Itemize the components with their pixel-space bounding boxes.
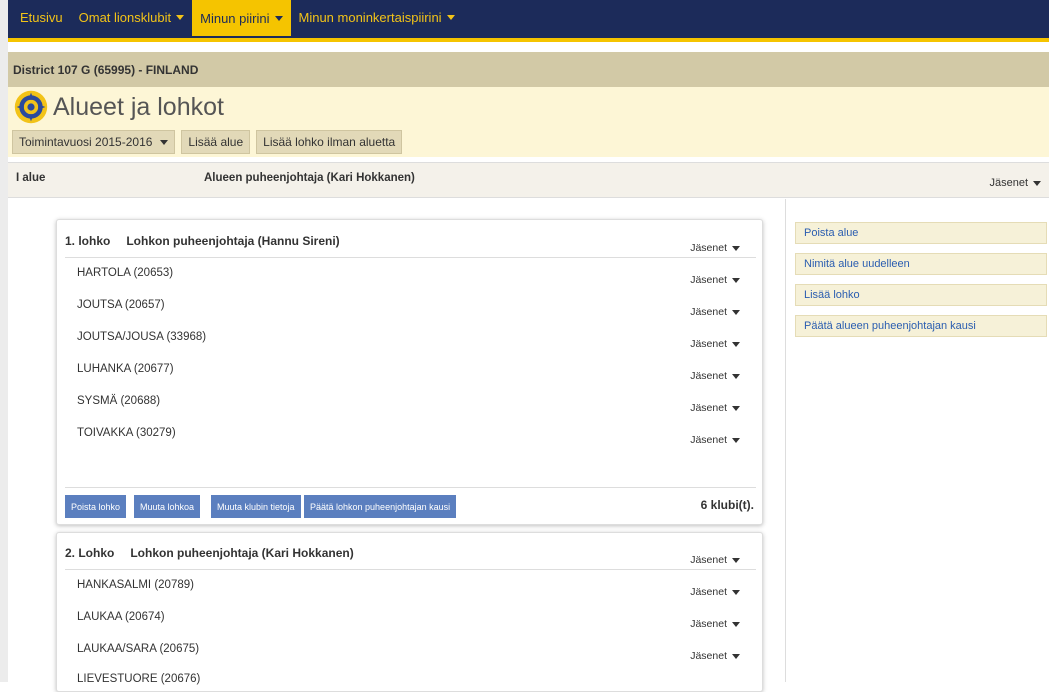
nav-item-my-district[interactable]: Minun piirini [192, 0, 291, 36]
nav-item-my-multiple-district[interactable]: Minun moninkertaispiirini [291, 0, 463, 34]
caret-down-icon [732, 309, 740, 315]
club-members-dropdown[interactable]: Jäsenet [690, 618, 740, 630]
district-bar: District 107 G (65995) - FINLAND [8, 52, 1049, 87]
section-name: 1. lohko [65, 234, 111, 248]
section-name: 2. Lohko [65, 546, 115, 560]
area-members-dropdown[interactable]: Jäsenet [989, 177, 1041, 189]
caret-down-icon [732, 621, 740, 627]
edit-section-button[interactable]: Muuta lohkoa [134, 495, 201, 518]
club-link[interactable]: LUHANKA (20677) [77, 363, 174, 375]
end-section-chair-term-button[interactable]: Päätä lohkon puheenjohtajan kausi [304, 495, 457, 518]
club-members-dropdown[interactable]: Jäsenet [690, 434, 740, 446]
caret-down-icon [732, 341, 740, 347]
caret-down-icon [732, 277, 740, 283]
section-card: 2. Lohko Lohkon puheenjohtaja (Kari Hokka… [56, 532, 763, 692]
section-header: 2. Lohko Lohkon puheenjohtaja (Kari Hokka… [65, 546, 354, 560]
club-members-dropdown[interactable]: Jäsenet [690, 402, 740, 414]
caret-down-icon [732, 437, 740, 443]
club-members-dropdown[interactable]: Jäsenet [690, 370, 740, 382]
page: Etusivu Omat lionsklubit Minun piirini M… [8, 0, 1049, 692]
title-row: Alueet ja lohkot [8, 87, 1049, 127]
club-members-dropdown[interactable]: Jäsenet [690, 650, 740, 662]
caret-down-icon [732, 589, 740, 595]
add-section-without-area-button[interactable]: Lisää lohko ilman aluetta [256, 130, 403, 154]
divider [65, 569, 756, 570]
area-chair: Alueen puheenjohtaja (Kari Hokkanen) [204, 172, 415, 184]
section-card: 1. lohko Lohkon puheenjohtaja (Hannu Sire… [56, 219, 763, 525]
club-link[interactable]: HARTOLA (20653) [77, 267, 173, 279]
add-area-button[interactable]: Lisää alue [181, 130, 251, 154]
caret-down-icon [160, 139, 169, 145]
year-select[interactable]: Toimintavuosi 2015-2016 [12, 130, 176, 154]
edit-club-info-button[interactable]: Muuta klubin tietoja [211, 495, 301, 518]
caret-down-icon [274, 15, 283, 21]
caret-down-icon [1033, 180, 1041, 186]
caret-down-icon [732, 373, 740, 379]
club-link[interactable]: HANKASALMI (20789) [77, 579, 194, 591]
delete-area-link[interactable]: Poista alue [795, 222, 1047, 244]
section-members-dropdown[interactable]: Jäsenet [690, 554, 740, 566]
club-members-dropdown[interactable]: Jäsenet [690, 274, 740, 286]
end-area-chair-term-link[interactable]: Päätä alueen puheenjohtajan kausi [795, 315, 1047, 337]
area-row: I alue Alueen puheenjohtaja (Kari Hokkan… [8, 162, 1049, 198]
nav-item-my-clubs[interactable]: Omat lionsklubit [71, 0, 192, 34]
club-members-dropdown[interactable]: Jäsenet [690, 338, 740, 350]
caret-down-icon [732, 557, 740, 563]
lions-logo-icon [14, 90, 48, 124]
club-link[interactable]: JOUTSA (20657) [77, 299, 165, 311]
add-section-link[interactable]: Lisää lohko [795, 284, 1047, 306]
left-gutter [0, 0, 8, 682]
club-members-dropdown[interactable]: Jäsenet [690, 306, 740, 318]
divider [65, 257, 756, 258]
club-link[interactable]: LAUKAA (20674) [77, 611, 165, 623]
section-footer: Poista lohko Muuta lohkoa Muuta klubin t… [65, 487, 756, 523]
club-link[interactable]: LAUKAA/SARA (20675) [77, 643, 199, 655]
page-title: Alueet ja lohkot [53, 92, 224, 121]
section-chair: Lohkon puheenjohtaja (Kari Hokkanen) [130, 546, 354, 560]
area-name: I alue [16, 172, 46, 184]
top-nav: Etusivu Omat lionsklubit Minun piirini M… [8, 0, 1049, 38]
club-link[interactable]: LIEVESTUORE (20676) [77, 673, 200, 685]
club-members-dropdown[interactable]: Jäsenet [690, 586, 740, 598]
caret-down-icon [732, 653, 740, 659]
area-actions: Poista alue Nimitä alue uudelleen Lisää … [795, 222, 1047, 346]
sections-panel: 1. lohko Lohkon puheenjohtaja (Hannu Sire… [8, 199, 786, 692]
rename-area-link[interactable]: Nimitä alue uudelleen [795, 253, 1047, 275]
section-header: 1. lohko Lohkon puheenjohtaja (Hannu Sire… [65, 234, 340, 248]
toolbar: Toimintavuosi 2015-2016 Lisää alue Lisää… [8, 127, 1049, 157]
club-link[interactable]: JOUTSA/JOUSA (33968) [77, 331, 206, 343]
district-label: District 107 G (65995) - FINLAND [13, 62, 199, 77]
club-count: 6 klubi(t). [700, 498, 754, 512]
caret-down-icon [176, 14, 185, 20]
delete-section-button[interactable]: Poista lohko [65, 495, 127, 518]
section-members-dropdown[interactable]: Jäsenet [690, 242, 740, 254]
club-link[interactable]: SYSMÄ (20688) [77, 395, 160, 407]
caret-down-icon [732, 405, 740, 411]
club-link[interactable]: TOIVAKKA (30279) [77, 427, 176, 439]
nav-accent-stripe [8, 38, 1049, 42]
caret-down-icon [732, 245, 740, 251]
section-chair: Lohkon puheenjohtaja (Hannu Sireni) [126, 234, 340, 248]
nav-item-home[interactable]: Etusivu [12, 0, 71, 34]
caret-down-icon [446, 14, 455, 20]
